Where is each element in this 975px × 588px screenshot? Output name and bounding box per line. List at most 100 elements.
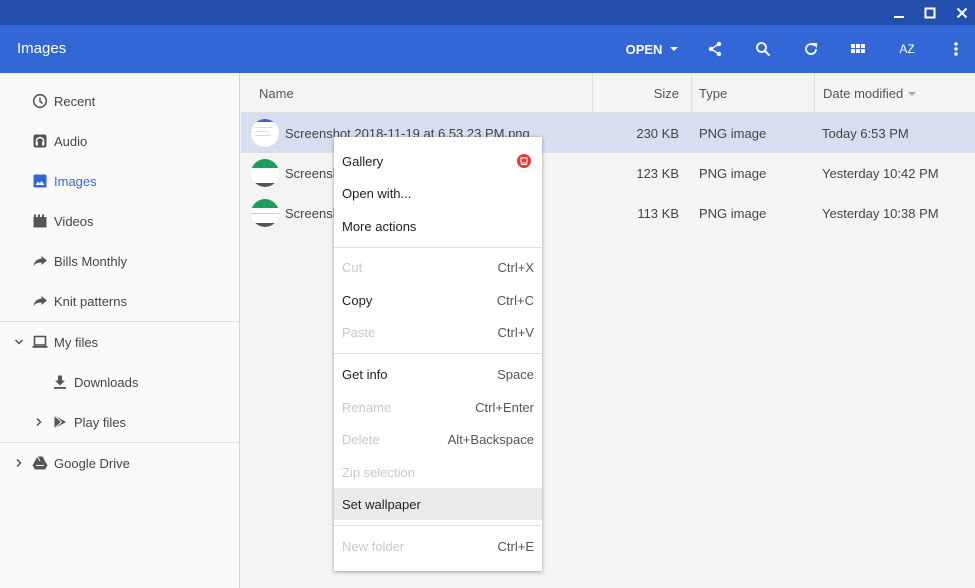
sidebar-item-label: Audio xyxy=(54,133,88,149)
menu-item-paste: Paste Ctrl+V xyxy=(334,316,542,348)
sidebar-item-label: My files xyxy=(54,334,99,350)
menu-item-get-info[interactable]: Get info Space xyxy=(334,358,542,390)
clapperboard-icon xyxy=(33,214,47,228)
search-icon xyxy=(756,42,771,57)
menu-item-label: Gallery xyxy=(342,154,384,169)
menu-item-shortcut: Ctrl+E xyxy=(497,539,534,554)
share-button[interactable] xyxy=(700,25,730,73)
menu-item-shortcut: Ctrl+X xyxy=(497,260,534,275)
sidebar-item-recent[interactable]: Recent xyxy=(0,81,239,121)
menu-item-gallery[interactable]: Gallery xyxy=(334,145,542,177)
sidebar-item-label: Images xyxy=(54,173,97,189)
shortcut-arrow-icon xyxy=(33,256,47,267)
laptop-icon xyxy=(32,335,48,348)
menu-item-shortcut: Ctrl+C xyxy=(496,293,534,308)
google-drive-icon xyxy=(32,456,48,470)
gallery-app-icon xyxy=(517,154,531,168)
menu-item-cut: Cut Ctrl+X xyxy=(334,251,542,283)
minimize-icon xyxy=(894,15,904,18)
chevron-down-icon[interactable] xyxy=(13,336,25,348)
headphones-icon xyxy=(33,134,47,148)
menu-divider xyxy=(334,525,542,526)
menu-divider xyxy=(334,247,542,248)
open-button[interactable]: OPEN xyxy=(618,25,686,73)
menu-item-rename: Rename Ctrl+Enter xyxy=(334,391,542,423)
column-header-name[interactable]: Name xyxy=(259,73,294,113)
sidebar-item-label: Bills Monthly xyxy=(54,253,127,269)
menu-item-label: Cut xyxy=(342,260,363,275)
menu-item-open-with[interactable]: Open with... xyxy=(334,177,542,209)
sort-button[interactable]: AZ xyxy=(892,25,922,73)
image-icon xyxy=(33,174,47,188)
sidebar-item-label: Play files xyxy=(74,414,127,430)
menu-item-label: Copy xyxy=(342,293,373,308)
menu-item-shortcut: Ctrl+V xyxy=(497,325,534,340)
list-header: Name Size Type Date modified xyxy=(241,73,975,113)
grid-view-button[interactable] xyxy=(843,25,873,73)
open-label: OPEN xyxy=(625,41,663,57)
close-button[interactable] xyxy=(947,0,975,25)
sidebar-item-audio[interactable]: Audio xyxy=(0,121,239,161)
sidebar-item-images[interactable]: Images xyxy=(0,161,239,201)
sidebar-item-google-drive[interactable]: Google Drive xyxy=(0,443,239,483)
more-options-button[interactable] xyxy=(941,25,971,73)
menu-item-set-wallpaper[interactable]: Set wallpaper xyxy=(334,488,542,520)
column-type-label: Type xyxy=(699,85,728,101)
refresh-icon xyxy=(805,43,817,55)
file-type: PNG image xyxy=(699,206,767,221)
column-date-label: Date modified xyxy=(823,85,904,101)
more-vert-icon xyxy=(954,42,958,56)
sidebar-item-label: Google Drive xyxy=(54,455,130,471)
file-type: PNG image xyxy=(699,126,767,141)
column-size-label: Size xyxy=(653,85,679,101)
column-header-date[interactable]: Date modified xyxy=(814,73,975,113)
file-date: Today 6:53 PM xyxy=(822,126,909,141)
chevron-right-icon[interactable] xyxy=(13,457,25,469)
sidebar-item-play-files[interactable]: Play files xyxy=(0,402,239,442)
column-header-size[interactable]: Size xyxy=(592,73,692,113)
minimize-button[interactable] xyxy=(884,0,914,25)
sidebar-item-label: Downloads xyxy=(74,374,139,390)
menu-item-copy[interactable]: Copy Ctrl+C xyxy=(334,284,542,316)
sidebar-item-bills-monthly[interactable]: Bills Monthly xyxy=(0,241,239,281)
maximize-button[interactable] xyxy=(915,0,945,25)
file-type: PNG image xyxy=(699,166,767,181)
share-icon xyxy=(708,41,722,57)
menu-item-delete: Delete Alt+Backspace xyxy=(334,423,542,455)
chevron-right-icon[interactable] xyxy=(33,416,45,428)
maximize-icon xyxy=(924,7,936,18)
dropdown-caret-icon xyxy=(670,47,679,51)
menu-item-shortcut: Space xyxy=(497,367,534,382)
menu-item-label: More actions xyxy=(342,219,417,234)
search-button[interactable] xyxy=(748,25,778,73)
menu-item-label: New folder xyxy=(342,539,405,554)
refresh-button[interactable] xyxy=(796,25,826,73)
sidebar-item-my-files[interactable]: My files xyxy=(0,322,239,362)
menu-item-label: Rename xyxy=(342,400,392,415)
menu-item-new-folder: New folder Ctrl+E xyxy=(334,530,542,562)
file-thumbnail xyxy=(251,159,279,187)
file-date: Yesterday 10:42 PM xyxy=(822,166,939,181)
sidebar: Recent Audio Images Videos Bills Monthly xyxy=(0,73,240,588)
sidebar-item-knit-patterns[interactable]: Knit patterns xyxy=(0,281,239,321)
sort-descending-icon xyxy=(908,92,917,96)
column-header-type[interactable]: Type xyxy=(691,73,814,113)
menu-item-label: Delete xyxy=(342,432,380,447)
sidebar-item-videos[interactable]: Videos xyxy=(0,201,239,241)
menu-item-shortcut: Alt+Backspace xyxy=(447,432,534,447)
sidebar-item-label: Knit patterns xyxy=(54,293,127,309)
menu-divider xyxy=(334,353,542,354)
context-menu: Gallery Open with... More actions Cut Ct… xyxy=(334,137,542,571)
file-size: 123 KB xyxy=(636,166,679,181)
close-icon xyxy=(956,7,968,18)
shortcut-arrow-icon xyxy=(33,296,47,307)
menu-item-label: Paste xyxy=(342,325,376,340)
menu-item-more-actions[interactable]: More actions xyxy=(334,210,542,242)
sort-az-icon: AZ xyxy=(899,42,915,56)
menu-item-label: Get info xyxy=(342,367,388,382)
file-thumbnail xyxy=(251,199,279,227)
file-thumbnail xyxy=(251,119,279,147)
sidebar-item-label: Videos xyxy=(54,213,94,229)
page-title: Images xyxy=(17,40,67,57)
sidebar-item-downloads[interactable]: Downloads xyxy=(0,362,239,402)
